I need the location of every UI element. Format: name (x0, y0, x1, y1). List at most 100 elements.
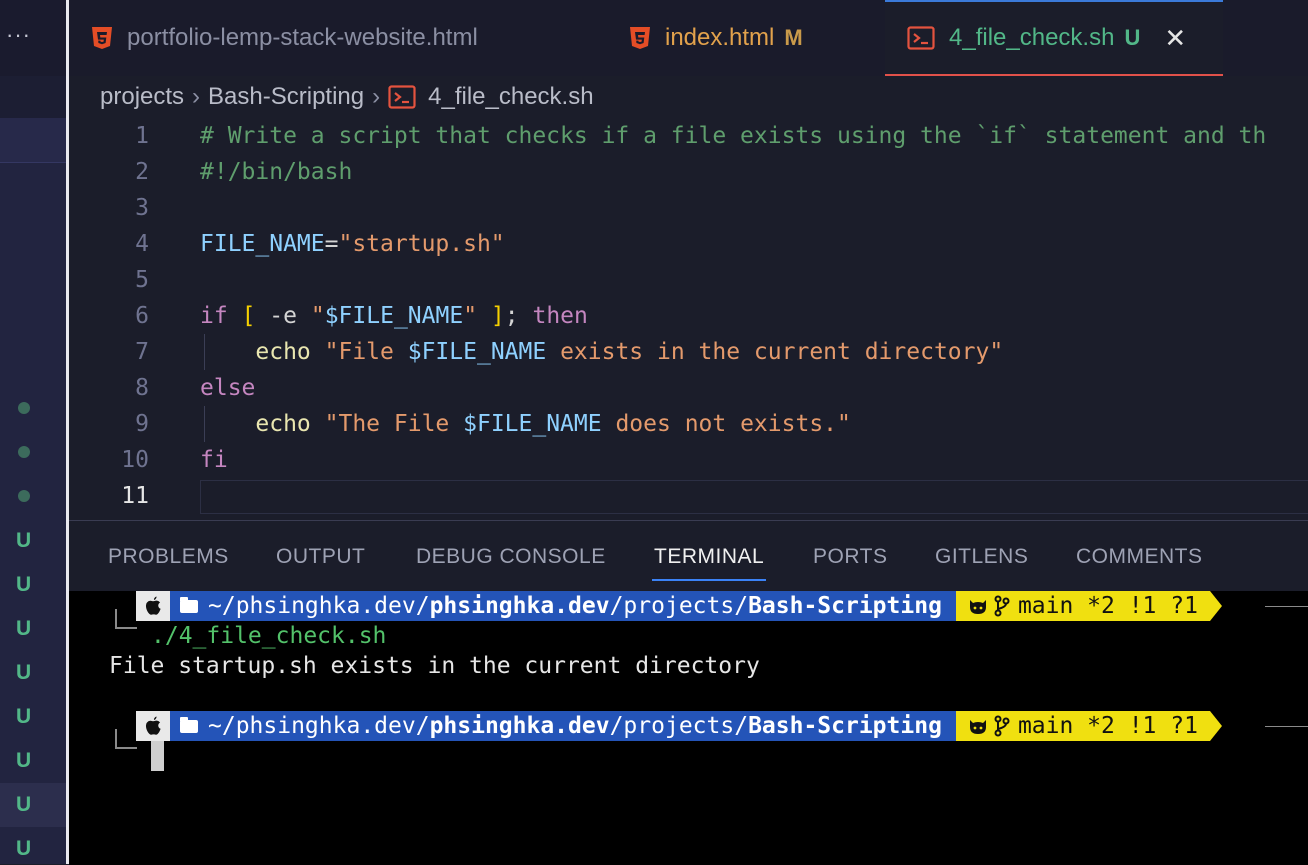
folder-icon (180, 716, 198, 733)
line-number: 2 (135, 159, 149, 185)
html5-icon (630, 27, 650, 49)
git-branch-label: main *2 !1 ?1 (1017, 713, 1198, 739)
code-line[interactable]: 11 (69, 478, 1308, 514)
prompt-path: ~/phsinghka.dev/phsinghka.dev/projects/B… (170, 711, 956, 741)
tab-file-check-sh[interactable]: 4_file_check.sh U ✕ (885, 0, 1223, 76)
code-line-text: FILE_NAME="startup.sh" (200, 231, 505, 257)
code-line[interactable]: 6 if [ -e "$FILE_NAME" ]; then (69, 298, 1308, 334)
panel-tab-bar: PROBLEMS OUTPUT DEBUG CONSOLE TERMINAL P… (69, 521, 1308, 591)
line-number: 4 (135, 231, 149, 257)
line-number: 8 (135, 375, 149, 401)
path-mid: /projects/ (609, 593, 749, 619)
sidebar-row[interactable] (0, 76, 66, 118)
code-line[interactable]: 8 else (69, 370, 1308, 406)
untracked-badge: U (16, 573, 32, 596)
terminal-icon (388, 85, 416, 109)
line-number: 10 (121, 447, 149, 473)
tab-label: index.html (665, 24, 775, 51)
code-line-text: # Write a script that checks if a file e… (200, 123, 1267, 149)
path-segment: phsinghka.dev (429, 593, 610, 619)
git-branch-label: main *2 !1 ?1 (1017, 593, 1198, 619)
tab-debug-console[interactable]: DEBUG CONSOLE (416, 545, 606, 569)
prompt-git-status: main *2 !1 ?1 (955, 711, 1222, 741)
apple-icon (136, 591, 170, 621)
tab-output[interactable]: OUTPUT (276, 545, 365, 569)
code-line[interactable]: 5 (69, 262, 1308, 298)
explorer-sidebar: ··· U U U U U U U U (0, 0, 66, 864)
line-number: 1 (135, 123, 149, 149)
sidebar-row-highlighted[interactable] (0, 118, 66, 163)
tab-terminal[interactable]: TERMINAL (651, 545, 767, 581)
code-line[interactable]: 3 (69, 190, 1308, 226)
code-line[interactable]: 7 echo "File $FILE_NAME exists in the cu… (69, 334, 1308, 370)
prompt-tail-line (1265, 606, 1308, 607)
shell-prompt: ~/phsinghka.dev/phsinghka.dev/projects/B… (136, 591, 1222, 621)
tab-gitlens[interactable]: GITLENS (935, 545, 1028, 569)
apple-icon (136, 711, 170, 741)
path-current-dir: Bash-Scripting (748, 593, 942, 619)
editor-area: portfolio-lemp-stack-website.html index.… (69, 0, 1308, 520)
breadcrumb-item-projects[interactable]: projects (100, 83, 184, 111)
path-mid: /projects/ (609, 713, 749, 739)
terminal-cursor (151, 741, 164, 771)
git-branch-icon (994, 595, 1010, 617)
untracked-badge: U (16, 617, 32, 640)
editor-tab-bar: portfolio-lemp-stack-website.html index.… (69, 0, 1308, 76)
prompt-path: ~/phsinghka.dev/phsinghka.dev/projects/B… (170, 591, 956, 621)
modified-badge: M (784, 25, 803, 50)
code-editor[interactable]: 1 # Write a script that checks if a file … (69, 118, 1308, 518)
terminal-icon (907, 26, 935, 50)
code-line[interactable]: 4 FILE_NAME="startup.sh" (69, 226, 1308, 262)
tab-comments[interactable]: COMMENTS (1076, 545, 1203, 569)
sidebar-header: ··· (0, 0, 66, 76)
code-line[interactable]: 9 echo "The File $FILE_NAME does not exi… (69, 406, 1308, 442)
path-segment: phsinghka.dev (429, 713, 610, 739)
untracked-badge: U (16, 749, 32, 772)
untracked-badge: U (16, 793, 32, 816)
line-number: 5 (135, 267, 149, 293)
breadcrumb-item-file[interactable]: 4_file_check.sh (428, 83, 593, 111)
breadcrumb: projects › Bash-Scripting › 4_file_check… (100, 80, 594, 114)
code-line-text: if [ -e "$FILE_NAME" ]; then (200, 303, 588, 329)
terminal-command: ./4_file_check.sh (151, 623, 387, 649)
tab-label: portfolio-lemp-stack-website.html (127, 24, 478, 51)
tab-label: 4_file_check.sh (949, 24, 1115, 51)
untracked-badge: U (16, 705, 32, 728)
path-prefix: ~/phsinghka.dev/ (208, 593, 430, 619)
untracked-badge: U (1124, 25, 1141, 50)
code-line-text: echo "File $FILE_NAME exists in the curr… (255, 339, 1004, 365)
terminal-output: File startup.sh exists in the current di… (109, 653, 760, 679)
close-tab-icon[interactable]: ✕ (1164, 23, 1186, 54)
untracked-badge: U (16, 529, 32, 552)
prompt-connector (115, 729, 137, 749)
sidebar-row-selected[interactable] (0, 783, 66, 827)
line-number: 3 (135, 195, 149, 221)
line-number: 11 (121, 483, 149, 509)
terminal-view[interactable]: ~/phsinghka.dev/phsinghka.dev/projects/B… (69, 591, 1308, 865)
tab-portfolio-html[interactable]: portfolio-lemp-stack-website.html (91, 0, 478, 76)
prompt-connector (115, 609, 137, 629)
code-line[interactable]: 2 #!/bin/bash (69, 154, 1308, 190)
untracked-badge: U (16, 661, 32, 684)
prompt-tail-line (1265, 726, 1308, 727)
code-line[interactable]: 10 fi (69, 442, 1308, 478)
code-line-text: else (200, 375, 256, 401)
github-cat-icon (969, 720, 986, 734)
github-cat-icon (969, 600, 986, 614)
status-dot-icon (18, 402, 30, 414)
shell-prompt: ~/phsinghka.dev/phsinghka.dev/projects/B… (136, 711, 1222, 741)
code-line-text: #!/bin/bash (200, 159, 353, 185)
tab-index-html[interactable]: index.html M (629, 0, 803, 76)
chevron-right-icon: › (372, 83, 381, 110)
tab-ports[interactable]: PORTS (813, 545, 887, 569)
more-actions-icon[interactable]: ··· (6, 22, 31, 48)
bottom-panel: PROBLEMS OUTPUT DEBUG CONSOLE TERMINAL P… (69, 520, 1308, 865)
line-number: 6 (135, 303, 149, 329)
html5-icon (92, 27, 112, 49)
code-line[interactable]: 1 # Write a script that checks if a file … (69, 118, 1308, 154)
code-line-text: fi (200, 447, 228, 473)
tab-problems[interactable]: PROBLEMS (108, 545, 229, 569)
code-line-text: echo "The File $FILE_NAME does not exist… (255, 411, 851, 437)
prompt-git-status: main *2 !1 ?1 (955, 591, 1222, 621)
breadcrumb-item-bash-scripting[interactable]: Bash-Scripting (208, 83, 364, 111)
